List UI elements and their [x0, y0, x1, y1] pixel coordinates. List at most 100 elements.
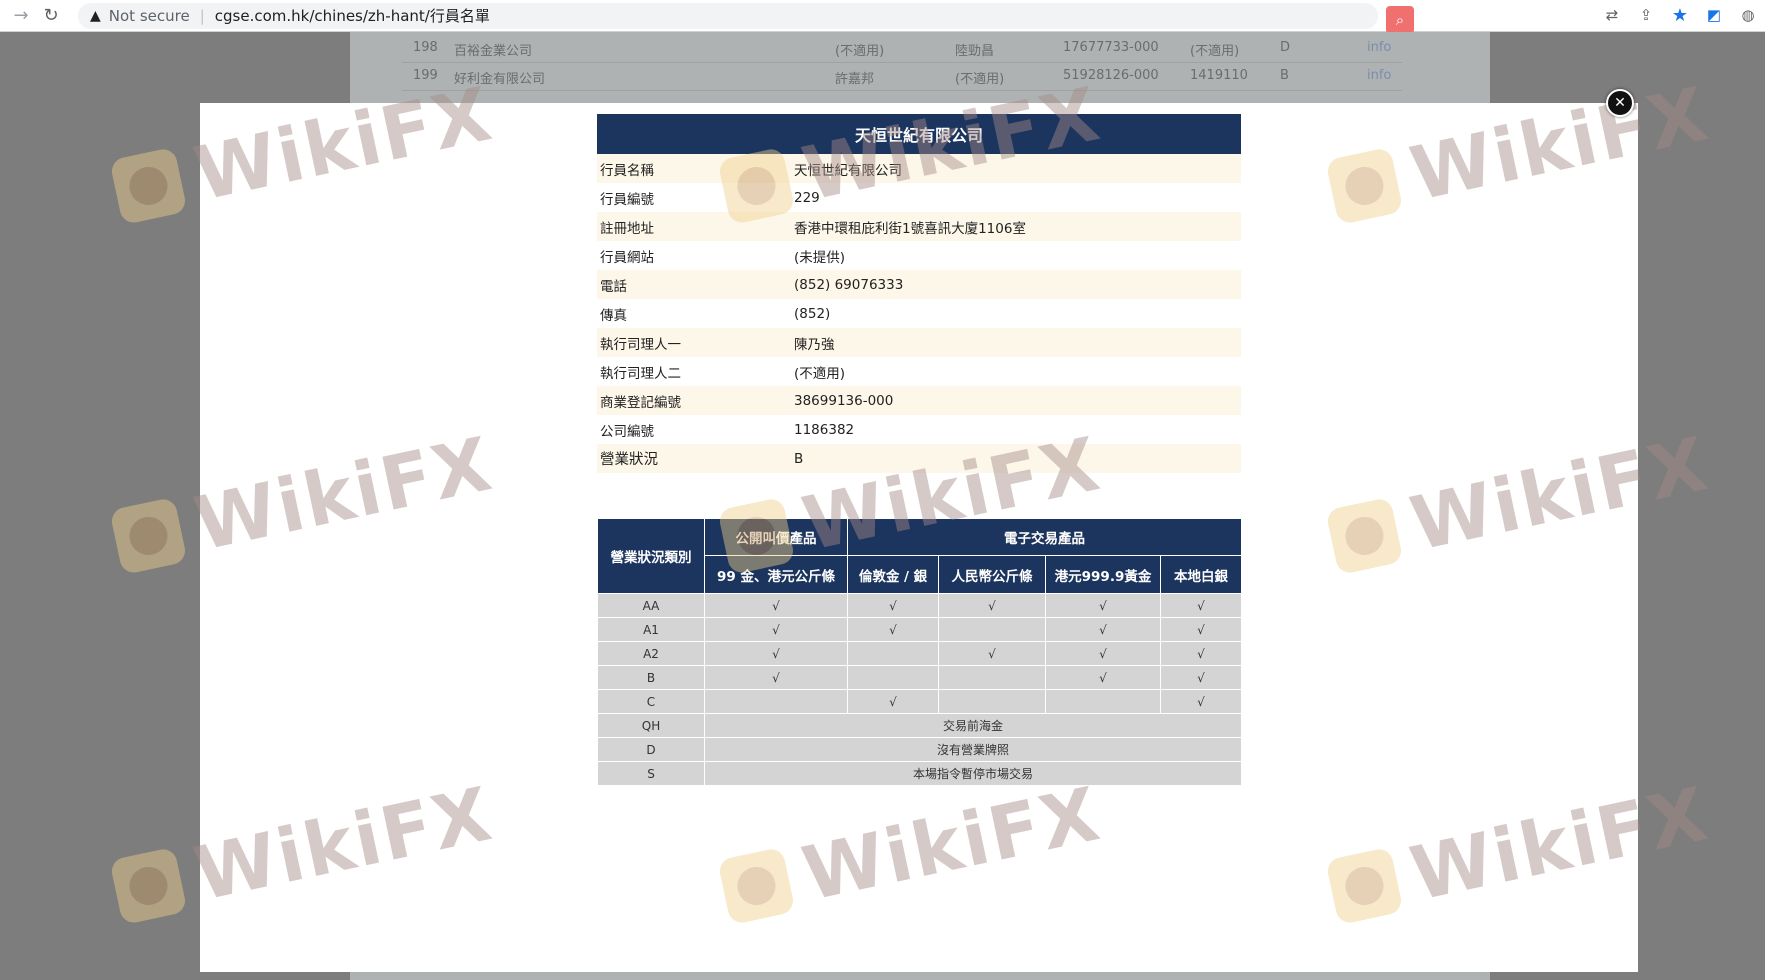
extension-icon[interactable]: ◩ [1697, 6, 1731, 24]
info-label: 行員編號 [600, 191, 654, 208]
check-cell [847, 665, 939, 690]
search-extension-icon[interactable]: ⌕ [1386, 6, 1414, 34]
info-value: 1186382 [794, 421, 855, 438]
info-label: 執行司理人一 [597, 328, 791, 357]
info-row: 行員名稱 天恒世紀有限公司 [597, 154, 1241, 183]
status-note-row: S 本場指令暫停市場交易 [597, 761, 1242, 786]
background-cell: 好利金有限公司 [454, 72, 546, 87]
info-link[interactable]: info [1367, 40, 1391, 55]
check-cell [938, 689, 1046, 714]
check-cell: √ [847, 593, 939, 618]
info-value: 香港中環租庇利街1號喜訊大廈1106室 [791, 212, 1241, 241]
check-cell: √ [1160, 641, 1242, 666]
check-cell: √ [1045, 593, 1161, 618]
check-cell: √ [704, 617, 848, 642]
check-cell [938, 617, 1046, 642]
background-cell: 1419110 [1190, 68, 1248, 83]
check-cell: √ [1045, 617, 1161, 642]
info-label: 行員名稱 [597, 154, 791, 183]
check-cell: √ [1160, 665, 1242, 690]
info-value: (852) 69076333 [791, 270, 1241, 299]
check-cell: √ [704, 665, 848, 690]
info-row: 執行司理人二 (不適用) [597, 357, 1241, 386]
product-column-header: 99 金、港元公斤條 [704, 555, 848, 594]
check-cell: √ [1160, 617, 1242, 642]
info-value: 229 [794, 189, 820, 206]
background-cell: D [1280, 40, 1291, 55]
status-row: C √ √ [597, 689, 1242, 714]
info-row: 商業登記編號 38699136-000 [597, 386, 1241, 415]
back-arrow-icon[interactable]: → [6, 1, 36, 31]
info-link[interactable]: info [1367, 68, 1391, 83]
member-title: 天恒世紀有限公司 [597, 114, 1241, 154]
status-note-row: QH 交易前海金 [597, 713, 1242, 738]
info-row: 營業狀況 B [597, 444, 1241, 473]
group-electronic-header: 電子交易產品 [847, 518, 1242, 556]
check-cell: √ [938, 641, 1046, 666]
background-table-row: 198 百裕金業公司 (不適用) 陸勁昌 17677733-000 (不適用) Dinfo [402, 34, 1402, 63]
background-cell: 17677733-000 [1063, 40, 1159, 55]
category-header: 營業狀況類別 [597, 518, 705, 594]
info-row: 註冊地址 香港中環租庇利街1號喜訊大廈1106室 [597, 212, 1241, 241]
extension-globe-icon[interactable]: ◍ [1731, 6, 1765, 24]
status-category-cell: AA [597, 593, 705, 618]
background-cell: 許嘉邦 [835, 72, 875, 87]
background-cell: 陸勁昌 [955, 44, 995, 59]
wikifx-logo-icon [109, 846, 188, 926]
info-label: 傳真 [600, 307, 627, 324]
address-bar[interactable]: ▲ Not secure | cgse.com.hk/chines/zh-han… [78, 2, 1378, 29]
status-category-cell: B [597, 665, 705, 690]
reload-icon[interactable]: ↻ [36, 1, 66, 31]
check-cell: √ [1160, 593, 1242, 618]
close-icon[interactable]: ✕ [1606, 89, 1634, 117]
info-label: 電話 [597, 270, 791, 299]
omnibox-divider: | [199, 6, 205, 25]
info-value: 陳乃強 [791, 328, 1241, 357]
check-cell: √ [847, 689, 939, 714]
member-info-table: 天恒世紀有限公司 行員名稱 天恒世紀有限公司 行員編號 229 註冊地址 香港中環租庇利街… [597, 114, 1241, 473]
background-cell: 百裕金業公司 [454, 44, 533, 59]
status-category-cell: A1 [597, 617, 705, 642]
info-label: 商業登記編號 [597, 386, 791, 415]
status-category-cell: D [597, 737, 705, 762]
info-value: (未提供) [794, 249, 846, 266]
check-cell: √ [704, 641, 848, 666]
product-column-header: 本地白銀 [1160, 555, 1242, 594]
status-note-row: D 沒有營業牌照 [597, 737, 1242, 762]
check-cell: √ [704, 593, 848, 618]
security-label: Not secure [108, 6, 190, 25]
background-cell: 199 [413, 68, 438, 83]
product-column-header: 人民幣公斤條 [938, 555, 1046, 594]
eagle-icon [125, 513, 172, 559]
check-cell: √ [1045, 665, 1161, 690]
bookmark-star-icon[interactable]: ★ [1663, 5, 1697, 26]
status-category-table: 營業狀況類別 公開叫價產品 電子交易產品 99 金、港元公斤條 倫敦金 / 銀人民… [597, 518, 1242, 786]
check-cell [704, 689, 848, 714]
check-cell [938, 665, 1046, 690]
check-cell [1045, 689, 1161, 714]
background-cell: 51928126-000 [1063, 68, 1159, 83]
translate-icon[interactable]: ⇄ [1595, 6, 1629, 24]
browser-toolbar: → ↻ ▲ Not secure | cgse.com.hk/chines/zh… [0, 0, 1765, 34]
info-label: 行員網站 [600, 249, 654, 266]
url-text: cgse.com.hk/chines/zh-hant/行員名單 [214, 7, 490, 25]
eagle-icon [125, 863, 172, 909]
status-category-cell: A2 [597, 641, 705, 666]
product-column-header: 倫敦金 / 銀 [847, 555, 939, 594]
status-row: B √ √ √ [597, 665, 1242, 690]
info-value: (不適用) [794, 365, 846, 382]
share-icon[interactable]: ⇪ [1629, 6, 1663, 24]
status-row: A1 √ √ √ √ [597, 617, 1242, 642]
background-cell: B [1280, 68, 1289, 83]
status-note-text: 本場指令暫停市場交易 [704, 761, 1242, 786]
info-value: B [791, 444, 1241, 473]
status-row: AA √ √ √ √ √ [597, 593, 1242, 618]
status-note-text: 沒有營業牌照 [704, 737, 1242, 762]
info-value: (852) [794, 305, 831, 322]
info-label: 註冊地址 [597, 212, 791, 241]
background-table-row: 199 好利金有限公司 許嘉邦 (不適用) 51928126-000 1419110 Bin… [402, 62, 1402, 91]
status-note-text: 交易前海金 [704, 713, 1242, 738]
background-cell: (不適用) [955, 72, 1005, 87]
info-row: 行員網站 (未提供) [597, 241, 1241, 270]
info-label: 公司編號 [600, 423, 654, 440]
